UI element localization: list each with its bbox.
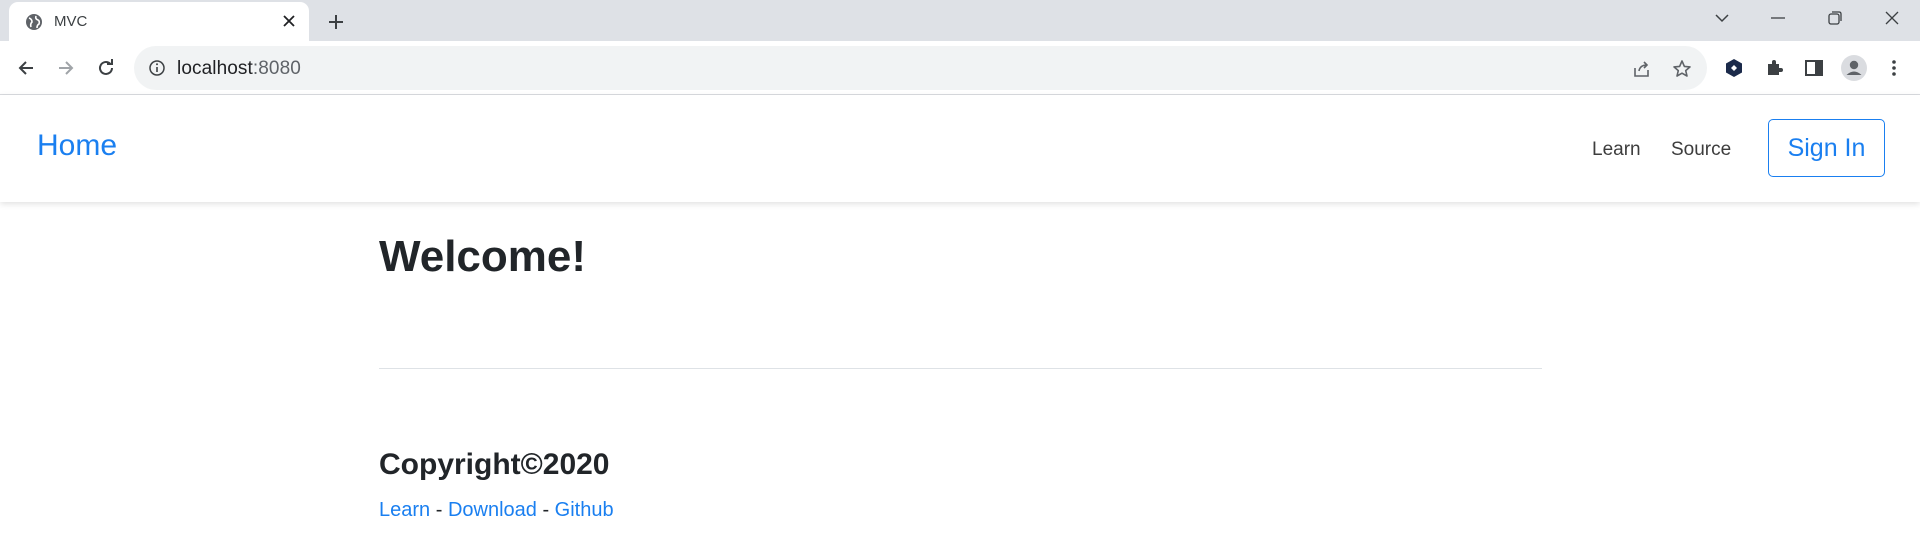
page-heading: Welcome! [379, 232, 587, 281]
nav-link-learn[interactable]: Learn [1592, 139, 1641, 161]
footer-link-github[interactable]: Github [555, 499, 614, 521]
url-text[interactable]: localhost:8080 [177, 58, 301, 80]
puzzle-icon[interactable] [1760, 54, 1788, 82]
restore-icon[interactable] [1806, 0, 1863, 36]
kebab-menu-icon[interactable] [1880, 54, 1908, 82]
close-icon[interactable] [279, 11, 299, 31]
info-icon[interactable] [148, 59, 166, 77]
footer-separator: - [430, 499, 448, 521]
footer-divider [379, 368, 1542, 369]
minimize-icon[interactable] [1749, 0, 1806, 36]
forward-arrow-icon[interactable] [50, 52, 82, 84]
site-navbar: Home Learn Source Sign In [0, 95, 1920, 202]
brand-home-link[interactable]: Home [37, 129, 117, 163]
footer-link-download[interactable]: Download [448, 499, 537, 521]
extension-badge-icon[interactable] [1720, 54, 1748, 82]
copyright-text: Copyright©2020 [379, 448, 610, 481]
footer-separator: - [536, 499, 555, 521]
nav-link-source[interactable]: Source [1671, 139, 1731, 161]
profile-icon[interactable] [1840, 54, 1868, 82]
footer-links: Learn - Download - Github [379, 499, 614, 522]
sign-in-button[interactable]: Sign In [1768, 119, 1885, 177]
address-bar[interactable]: localhost:8080 [134, 46, 1707, 90]
tab-strip: MVC [0, 0, 1920, 41]
globe-icon [24, 12, 44, 32]
browser-toolbar: localhost:8080 [0, 41, 1920, 95]
url-host: localhost [177, 58, 253, 79]
window-close-icon[interactable] [1863, 0, 1920, 36]
reload-icon[interactable] [90, 52, 122, 84]
share-icon[interactable] [1630, 57, 1654, 81]
plus-icon[interactable] [322, 8, 350, 36]
footer-link-learn[interactable]: Learn [379, 499, 430, 521]
side-panel-icon[interactable] [1800, 54, 1828, 82]
chevron-down-icon[interactable] [1693, 0, 1750, 36]
tab-title: MVC [54, 13, 88, 30]
back-arrow-icon[interactable] [10, 52, 42, 84]
url-port: :8080 [252, 58, 301, 79]
star-icon[interactable] [1670, 57, 1694, 81]
browser-tab[interactable]: MVC [9, 2, 309, 41]
